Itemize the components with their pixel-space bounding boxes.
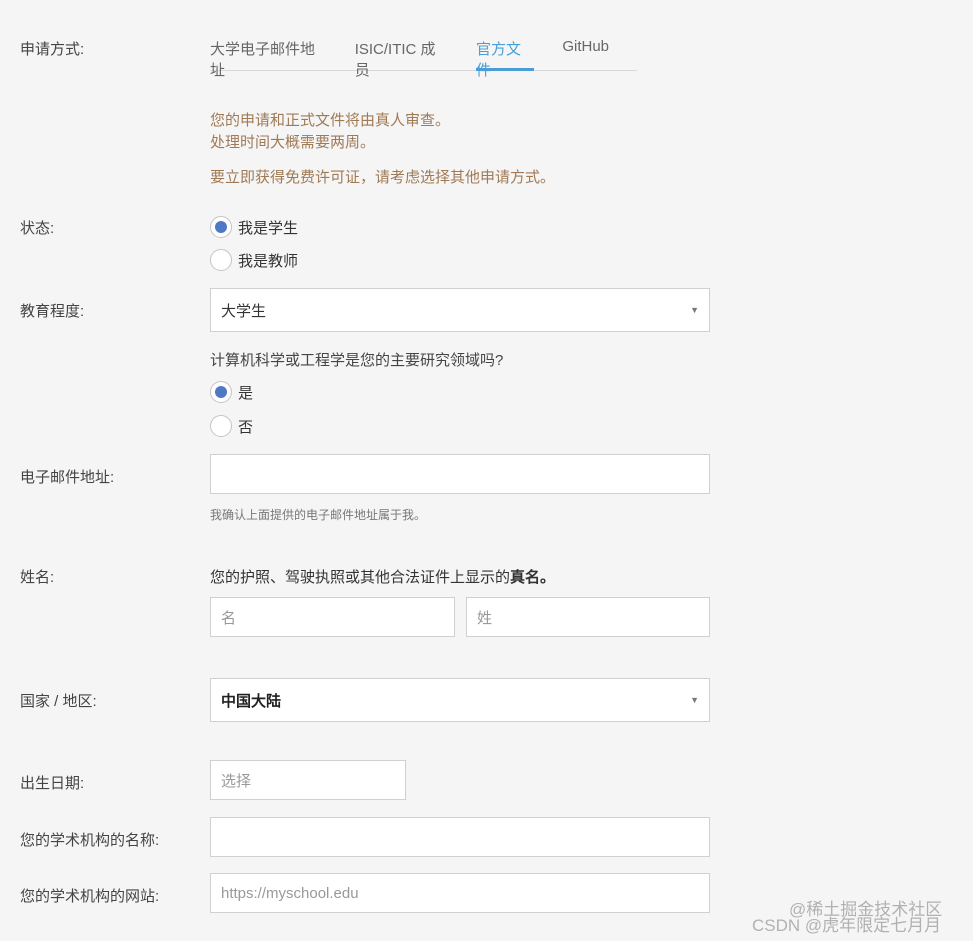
radio-button-checked[interactable] (210, 381, 232, 403)
watermark-csdn: CSDN @虎年限定七月月 (752, 916, 942, 935)
cs-question: 计算机科学或工程学是您的主要研究领域吗? (210, 352, 504, 369)
notice-review: 您的申请和正式文件将由真人审查。 (210, 112, 451, 129)
name-description: 您的护照、驾驶执照或其他合法证件上显示的真名。 (210, 566, 555, 587)
name-desc-text: 您的护照、驾驶执照或其他合法证件上显示的 (210, 569, 511, 586)
name-desc-bold: 真名。 (510, 569, 556, 586)
radio-dot (215, 221, 227, 233)
radio-no-label: 否 (238, 418, 254, 436)
tab-isic-itic[interactable]: ISIC/ITIC 成员 (355, 28, 448, 79)
tab-university-email[interactable]: 大学电子邮件地址 (210, 28, 327, 79)
institution-name-input[interactable] (210, 817, 710, 857)
radio-student[interactable]: 我是学生 (210, 216, 298, 238)
radio-button[interactable] (210, 249, 232, 271)
method-tabs: 大学电子邮件地址 ISIC/ITIC 成员 官方文件 GitHub (210, 28, 637, 79)
country-value: 中国大陆 (221, 692, 282, 710)
radio-dot (215, 386, 227, 398)
tab-github[interactable]: GitHub (562, 28, 609, 71)
first-name-input[interactable]: 名 (210, 597, 455, 637)
email-hint: 我确认上面提供的电子邮件地址属于我。 (210, 508, 427, 522)
label-email: 电子邮件地址: (20, 469, 115, 486)
radio-teacher-label: 我是教师 (238, 252, 299, 270)
tab-official-document[interactable]: 官方文件 (475, 28, 535, 79)
caret-down-icon: ▼ (690, 695, 699, 705)
country-select[interactable]: 中国大陆 ▼ (210, 678, 710, 722)
radio-button[interactable] (210, 415, 232, 437)
radio-yes-label: 是 (238, 384, 254, 402)
label-institution-site: 您的学术机构的网站: (20, 888, 160, 905)
education-value: 大学生 (221, 302, 267, 320)
last-name-input[interactable]: 姓 (466, 597, 710, 637)
label-birth: 出生日期: (20, 775, 85, 792)
label-institution-name: 您的学术机构的名称: (20, 832, 160, 849)
radio-yes[interactable]: 是 (210, 381, 253, 403)
notice-other-method: 要立即获得免费许可证，请考虑选择其他申请方式。 (210, 169, 556, 186)
radio-button-checked[interactable] (210, 216, 232, 238)
radio-student-label: 我是学生 (238, 219, 299, 237)
label-country: 国家 / 地区: (20, 693, 97, 710)
radio-teacher[interactable]: 我是教师 (210, 249, 298, 271)
radio-no[interactable]: 否 (210, 415, 253, 437)
institution-site-input[interactable]: https://myschool.edu (210, 873, 710, 913)
label-method: 申请方式: (20, 41, 85, 58)
caret-down-icon: ▼ (690, 305, 699, 315)
birth-date-picker[interactable]: 选择 (210, 760, 406, 800)
education-select[interactable]: 大学生 ▼ (210, 288, 710, 332)
label-education: 教育程度: (20, 303, 85, 320)
label-name: 姓名: (20, 569, 55, 586)
email-field[interactable] (210, 454, 710, 494)
notice-time: 处理时间大概需要两周。 (210, 134, 376, 151)
label-status: 状态: (20, 220, 55, 237)
license-application-form: 申请方式: 大学电子邮件地址 ISIC/ITIC 成员 官方文件 GitHub … (0, 0, 973, 941)
